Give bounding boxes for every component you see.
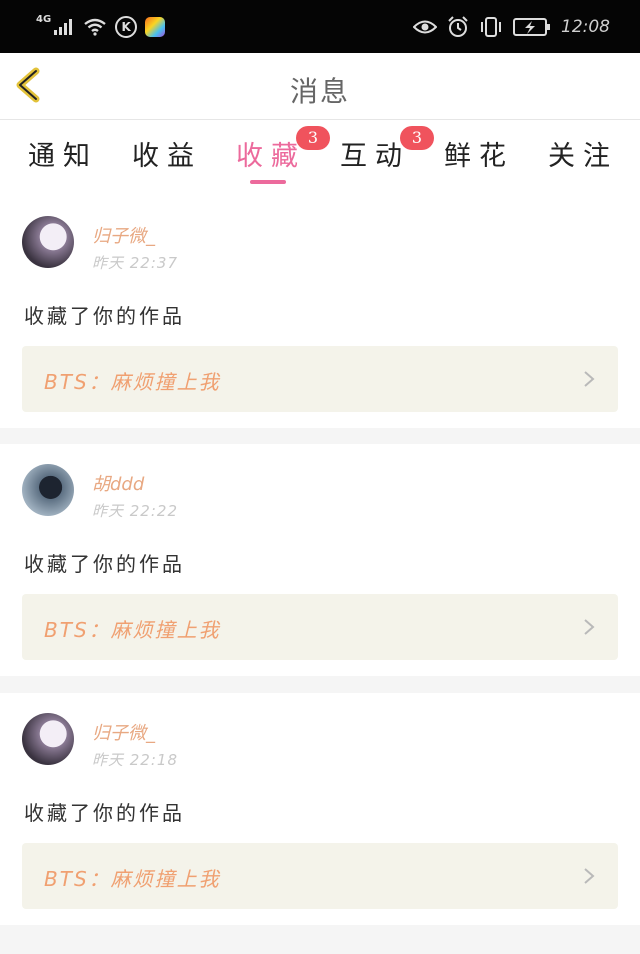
- tab-label: 收藏: [236, 141, 306, 172]
- tab-interactions[interactable]: 互动 3: [330, 126, 434, 174]
- tab-label: 互动: [340, 141, 410, 172]
- username[interactable]: 归子微_: [92, 719, 155, 745]
- timestamp: 昨天 22:18: [92, 751, 178, 769]
- alarm-icon: [448, 16, 468, 37]
- tab-favorites[interactable]: 收藏 3: [226, 126, 330, 174]
- tab-label: 鲜花: [444, 141, 514, 172]
- chevron-right-icon: [584, 619, 595, 635]
- chevron-right-icon: [584, 371, 595, 387]
- chevron-right-icon: [584, 868, 595, 884]
- tab-label: 通知: [28, 141, 98, 172]
- tab-earnings[interactable]: 收益: [122, 134, 212, 174]
- header-bar: 消息: [0, 53, 640, 120]
- active-tab-indicator: [250, 180, 286, 184]
- status-right: 12:08: [413, 12, 610, 42]
- signal-icon: [54, 19, 73, 35]
- network-type: 4G: [36, 13, 52, 25]
- tab-follows[interactable]: 关注: [538, 134, 628, 174]
- notification-card: 归子微_ 昨天 22:18 收藏了你的作品 BTS：麻烦撞上我: [0, 693, 640, 925]
- k-app-icon: K: [115, 16, 138, 38]
- timestamp: 昨天 22:22: [92, 502, 178, 520]
- vibrate-icon: [481, 17, 501, 37]
- tab-label: 收益: [132, 141, 202, 172]
- tab-label: 关注: [548, 141, 618, 172]
- username[interactable]: 归子微_: [92, 222, 155, 248]
- page-title: 消息: [289, 75, 350, 108]
- avatar[interactable]: [22, 713, 74, 765]
- action-text: 收藏了你的作品: [24, 801, 185, 825]
- notification-card: 归子微_ 昨天 22:37 收藏了你的作品 BTS：麻烦撞上我: [0, 196, 640, 428]
- action-text: 收藏了你的作品: [24, 304, 185, 328]
- unread-badge: 3: [400, 126, 434, 150]
- tab-notice[interactable]: 通知: [18, 134, 108, 174]
- status-left: 4G K: [36, 12, 166, 42]
- avatar[interactable]: [22, 464, 74, 516]
- work-title: BTS：麻烦撞上我: [44, 867, 221, 891]
- app-notification-icon: [145, 17, 166, 37]
- clock: 12:08: [561, 17, 610, 37]
- avatar[interactable]: [22, 216, 74, 268]
- eye-icon: [413, 20, 437, 34]
- work-title: BTS：麻烦撞上我: [44, 618, 221, 642]
- action-text: 收藏了你的作品: [24, 552, 185, 576]
- tab-bar: 通知 收益 收藏 3 互动 3 鲜花 关注: [0, 120, 640, 196]
- notification-card: 胡ddd 昨天 22:22 收藏了你的作品 BTS：麻烦撞上我: [0, 444, 640, 676]
- tab-flowers[interactable]: 鲜花: [434, 134, 524, 174]
- work-link[interactable]: BTS：麻烦撞上我: [22, 594, 618, 660]
- battery-charging-icon: [513, 18, 550, 36]
- work-link[interactable]: BTS：麻烦撞上我: [22, 346, 618, 412]
- work-title: BTS：麻烦撞上我: [44, 370, 221, 394]
- status-bar: 4G K 12:08: [0, 0, 640, 53]
- wifi-icon: [84, 18, 106, 36]
- work-link[interactable]: BTS：麻烦撞上我: [22, 843, 618, 909]
- unread-badge: 3: [296, 126, 330, 150]
- username[interactable]: 胡ddd: [92, 470, 144, 496]
- timestamp: 昨天 22:37: [92, 254, 178, 272]
